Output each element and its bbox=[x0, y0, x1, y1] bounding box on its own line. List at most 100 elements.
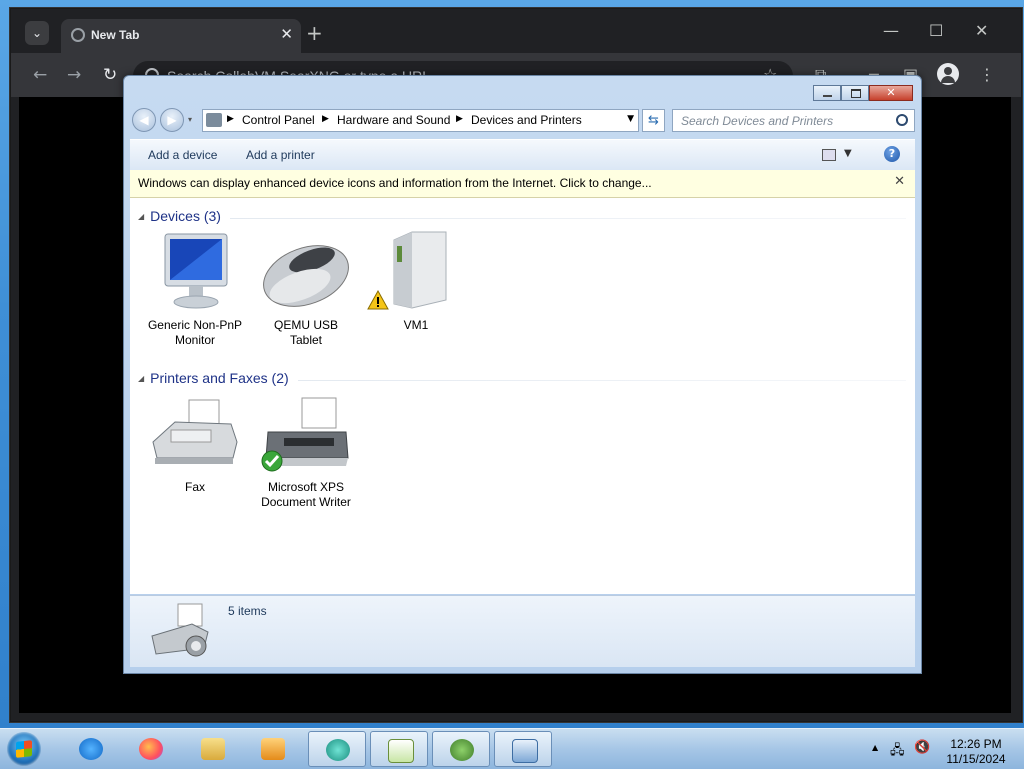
explorer-restore-button[interactable] bbox=[841, 85, 869, 101]
show-hidden-icons-icon[interactable]: ▲ bbox=[872, 743, 878, 752]
address-dropdown-icon[interactable]: ▼ bbox=[627, 114, 634, 124]
taskbar-frog-app[interactable] bbox=[432, 731, 490, 767]
taskbar-app[interactable] bbox=[308, 731, 366, 767]
clock-time: 12:26 PM bbox=[950, 737, 1002, 751]
menu-icon[interactable]: ⋮ bbox=[979, 65, 995, 84]
forward-arrow-icon[interactable]: ▶ bbox=[160, 108, 184, 132]
explorer-close-button[interactable]: ✕ bbox=[869, 85, 913, 101]
group-divider bbox=[230, 218, 906, 219]
volume-muted-icon[interactable]: 🔇 bbox=[914, 740, 930, 755]
device-label: Document Writer bbox=[261, 495, 351, 509]
recent-pages-chevron-icon[interactable]: ▾ bbox=[188, 115, 192, 124]
change-view-icon[interactable] bbox=[822, 149, 836, 161]
device-item[interactable]: Generic Non-PnP Monitor bbox=[145, 230, 245, 347]
breadcrumb-arrow-icon[interactable]: ▶ bbox=[456, 114, 463, 124]
globe-icon bbox=[71, 28, 85, 42]
system-tray: ▲ 🖧 🔇 12:26 PM 11/15/2024 bbox=[870, 735, 1020, 767]
device-item[interactable]: Microsoft XPS Document Writer bbox=[256, 392, 356, 509]
details-pane: 5 items bbox=[130, 595, 915, 667]
maximize-window-button[interactable]: ☐ bbox=[929, 21, 943, 40]
clock[interactable]: 12:26 PM 11/15/2024 bbox=[936, 737, 1016, 767]
device-label: Fax bbox=[184, 480, 205, 494]
app-icon bbox=[326, 739, 350, 761]
control-panel-icon bbox=[206, 113, 222, 127]
default-check-icon bbox=[261, 450, 283, 472]
group-header-devices[interactable]: ◢ Devices (3) bbox=[138, 208, 221, 224]
back-button[interactable]: ← bbox=[33, 65, 47, 85]
tab-strip: ⌄ New Tab ✕ + — ☐ ✕ bbox=[11, 9, 1021, 53]
explorer-minimize-button[interactable] bbox=[813, 85, 841, 101]
refresh-icon[interactable]: ⇆ bbox=[642, 109, 665, 132]
tab-close-icon[interactable]: ✕ bbox=[280, 25, 293, 43]
device-label: Microsoft XPS bbox=[267, 480, 345, 494]
devices-printers-icon bbox=[151, 603, 209, 657]
new-tab-button[interactable]: + bbox=[306, 21, 323, 45]
collapse-triangle-icon: ◢ bbox=[138, 212, 145, 221]
group-divider bbox=[298, 380, 906, 381]
infobar-message[interactable]: Windows can display enhanced device icon… bbox=[138, 176, 652, 190]
minimize-window-button[interactable]: — bbox=[883, 21, 899, 40]
tab-search-dropdown-icon[interactable]: ⌄ bbox=[25, 21, 49, 45]
group-title: Printers and Faxes (2) bbox=[150, 370, 289, 386]
add-device-button[interactable]: Add a device bbox=[148, 148, 217, 162]
device-item[interactable]: Fax bbox=[145, 392, 245, 494]
device-label: Tablet bbox=[289, 333, 323, 347]
information-bar[interactable]: Windows can display enhanced device icon… bbox=[130, 170, 915, 198]
device-label: Generic Non-PnP bbox=[147, 318, 243, 332]
clock-date: 11/15/2024 bbox=[946, 752, 1006, 766]
forward-button[interactable]: → bbox=[67, 65, 81, 85]
taskbar-file-explorer[interactable] bbox=[184, 731, 242, 767]
group-title: Devices (3) bbox=[150, 208, 221, 224]
media-player-icon bbox=[261, 738, 285, 760]
device-item[interactable]: VM1 bbox=[366, 230, 466, 340]
back-arrow-icon[interactable]: ◀ bbox=[132, 108, 156, 132]
infobar-close-icon[interactable]: ✕ bbox=[894, 174, 905, 189]
file-explorer-icon bbox=[201, 738, 225, 760]
taskbar-media-player[interactable] bbox=[244, 731, 302, 767]
monitor-icon bbox=[164, 233, 228, 309]
device-label: Monitor bbox=[174, 333, 215, 347]
start-button[interactable] bbox=[7, 732, 41, 766]
group-header-printers[interactable]: ◢ Printers and Faxes (2) bbox=[138, 370, 289, 386]
fax-icon bbox=[152, 399, 238, 464]
search-input[interactable]: Search Devices and Printers bbox=[672, 109, 915, 132]
breadcrumb-arrow-icon[interactable]: ▶ bbox=[322, 114, 329, 124]
view-options-chevron-icon[interactable]: ▼ bbox=[844, 148, 852, 159]
network-icon[interactable]: 🖧 bbox=[890, 741, 905, 763]
taskbar: ▲ 🖧 🔇 12:26 PM 11/15/2024 bbox=[0, 728, 1024, 769]
profile-icon[interactable] bbox=[937, 63, 959, 85]
search-placeholder: Search Devices and Printers bbox=[681, 114, 834, 128]
devices-printers-icon bbox=[512, 739, 538, 763]
tab-new-tab[interactable]: New Tab ✕ bbox=[61, 19, 301, 53]
taskbar-firefox[interactable] bbox=[122, 731, 180, 767]
collapse-triangle-icon: ◢ bbox=[138, 374, 145, 383]
taskbar-notepad[interactable] bbox=[370, 731, 428, 767]
taskbar-internet-explorer[interactable] bbox=[62, 731, 120, 767]
search-icon[interactable] bbox=[896, 114, 908, 126]
frog-app-icon bbox=[450, 739, 474, 761]
caption-buttons: ✕ bbox=[813, 85, 913, 101]
breadcrumb-arrow-icon[interactable]: ▶ bbox=[227, 114, 234, 124]
warning-icon bbox=[367, 290, 389, 310]
close-window-button[interactable]: ✕ bbox=[975, 21, 988, 40]
address-row: ◀ ▶ ▾ ▶ Control Panel ▶ Hardware and Sou… bbox=[132, 108, 915, 134]
breadcrumb-hardware-and-sound[interactable]: Hardware and Sound bbox=[337, 113, 450, 127]
breadcrumb-devices-and-printers[interactable]: Devices and Printers bbox=[471, 113, 582, 127]
device-list-pane: ◢ Devices (3) Generic Non-PnP Monitor QEM… bbox=[130, 198, 915, 594]
mouse-icon bbox=[263, 245, 349, 307]
help-icon[interactable]: ? bbox=[884, 146, 900, 162]
internet-explorer-icon bbox=[79, 738, 103, 760]
notepad-icon bbox=[388, 739, 414, 763]
device-item[interactable]: QEMU USB Tablet bbox=[256, 230, 356, 347]
add-printer-button[interactable]: Add a printer bbox=[246, 148, 315, 162]
reload-button[interactable]: ↻ bbox=[103, 65, 117, 85]
breadcrumb-control-panel[interactable]: Control Panel bbox=[242, 113, 315, 127]
command-bar: Add a device Add a printer ▼ ? bbox=[130, 139, 915, 171]
device-label: VM1 bbox=[403, 318, 429, 332]
devices-and-printers-window: ✕ ◀ ▶ ▾ ▶ Control Panel ▶ Hardware and S… bbox=[123, 75, 922, 674]
firefox-icon bbox=[139, 738, 163, 760]
taskbar-devices-printers[interactable] bbox=[494, 731, 552, 767]
item-count: 5 items bbox=[228, 604, 267, 618]
address-bar[interactable]: ▶ Control Panel ▶ Hardware and Sound ▶ D… bbox=[202, 109, 639, 132]
tab-title: New Tab bbox=[91, 28, 140, 42]
